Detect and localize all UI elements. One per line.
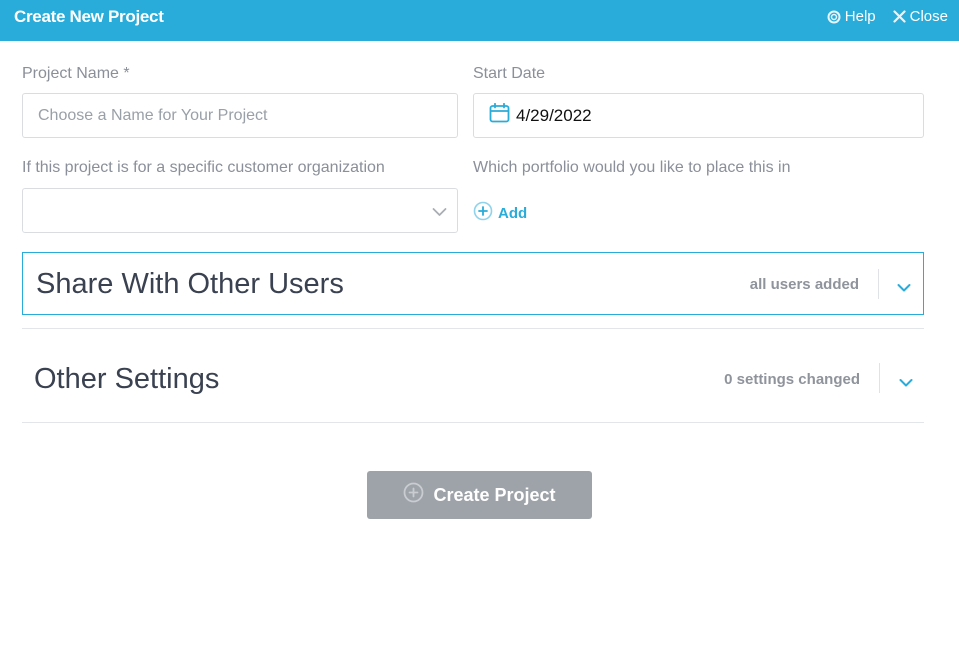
- customer-org-select[interactable]: [22, 188, 458, 233]
- chevron-down-icon[interactable]: [897, 280, 911, 298]
- share-users-panel[interactable]: Share With Other Users all users added: [22, 252, 924, 315]
- close-label: Close: [909, 8, 948, 25]
- other-settings-panel[interactable]: Other Settings 0 settings changed: [22, 329, 924, 422]
- close-button[interactable]: Close: [893, 8, 948, 25]
- project-name-label: Project Name *: [22, 65, 130, 82]
- start-date-label: Start Date: [473, 65, 546, 82]
- header-actions: Help Close: [827, 8, 948, 25]
- divider: [22, 422, 924, 423]
- help-button[interactable]: Help: [827, 8, 876, 25]
- project-name-field-wrapper: [22, 93, 458, 138]
- other-settings-status: 0 settings changed: [724, 371, 860, 388]
- customer-org-label: If this project is for a specific custom…: [22, 159, 385, 176]
- dialog-header: Create New Project Help Close: [0, 0, 959, 41]
- project-name-input[interactable]: [23, 94, 457, 137]
- share-users-title: Share With Other Users: [36, 268, 344, 300]
- start-date-input[interactable]: 4/29/2022: [473, 93, 924, 138]
- start-date-value: 4/29/2022: [516, 105, 592, 125]
- lifebuoy-icon: [827, 10, 841, 24]
- dialog-title: Create New Project: [14, 7, 164, 26]
- calendar-icon: [489, 102, 510, 128]
- help-label: Help: [844, 8, 876, 25]
- other-settings-title: Other Settings: [34, 363, 220, 395]
- chevron-down-icon: [432, 204, 447, 222]
- add-portfolio-label: Add: [498, 204, 528, 222]
- create-project-label: Create Project: [433, 484, 556, 505]
- share-users-divider: [878, 269, 879, 299]
- other-settings-divider: [879, 363, 880, 393]
- portfolio-label: Which portfolio would you like to place …: [473, 159, 791, 176]
- add-portfolio-button[interactable]: Add: [473, 201, 527, 225]
- create-project-button[interactable]: Create Project: [367, 471, 592, 519]
- chevron-down-icon[interactable]: [899, 375, 913, 393]
- close-icon: [893, 10, 906, 23]
- plus-circle-icon: [473, 201, 493, 225]
- share-users-status: all users added: [749, 276, 859, 293]
- plus-circle-icon: [403, 482, 424, 508]
